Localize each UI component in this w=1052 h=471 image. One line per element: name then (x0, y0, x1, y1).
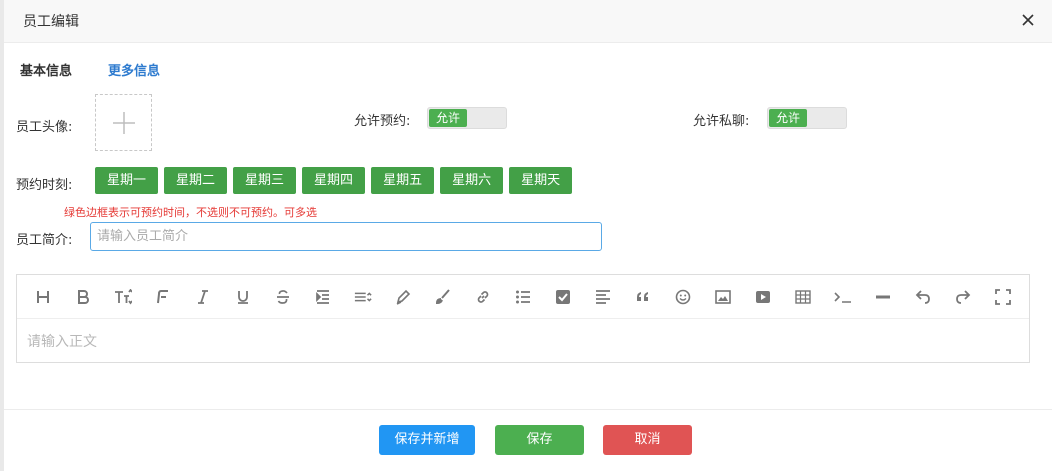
strikethrough-icon[interactable] (274, 288, 292, 306)
day-button-monday[interactable]: 星期一 (95, 167, 159, 194)
list-icon[interactable] (514, 288, 532, 306)
intro-input[interactable] (90, 222, 602, 251)
link-icon[interactable] (474, 288, 492, 306)
allow-booking-toggle[interactable]: 允许 (427, 107, 507, 129)
avatar-label: 员工头像: (16, 120, 73, 135)
rich-text-editor: 请输入正文 (16, 274, 1030, 363)
undo-icon[interactable] (914, 288, 932, 306)
plus-icon (113, 112, 135, 134)
cancel-button[interactable]: 取消 (603, 425, 692, 455)
day-button-friday[interactable]: 星期五 (371, 167, 435, 194)
line-height-icon[interactable] (354, 288, 372, 306)
dialog-title: 员工编辑 (23, 14, 79, 30)
save-button[interactable]: 保存 (495, 425, 584, 455)
avatar-upload[interactable] (95, 94, 152, 151)
align-icon[interactable] (594, 288, 612, 306)
fullscreen-icon[interactable] (994, 288, 1012, 306)
font-family-icon[interactable] (154, 288, 172, 306)
pen-icon[interactable] (394, 288, 412, 306)
allow-chat-label: 允许私聊: (693, 114, 750, 129)
heading-icon[interactable] (34, 288, 52, 306)
editor-toolbar (17, 275, 1029, 319)
intro-label: 员工简介: (16, 233, 73, 248)
tab-more-info[interactable]: 更多信息 (108, 60, 160, 79)
close-icon[interactable] (1020, 12, 1036, 28)
bold-icon[interactable] (74, 288, 92, 306)
dialog-header: 员工编辑 (4, 0, 1052, 43)
video-icon[interactable] (754, 288, 772, 306)
allow-chat-toggle-label: 允许 (769, 109, 807, 127)
footer-divider (4, 409, 1052, 410)
font-size-icon[interactable] (114, 288, 132, 306)
booking-hint: 绿色边框表示可预约时间，不选则不可预约。可多选 (64, 206, 317, 219)
underline-icon[interactable] (234, 288, 252, 306)
allow-booking-toggle-label: 允许 (429, 109, 467, 127)
tab-basic-info[interactable]: 基本信息 (20, 60, 72, 79)
quote-icon[interactable] (634, 288, 652, 306)
brush-icon[interactable] (434, 288, 452, 306)
divider-icon[interactable] (874, 288, 892, 306)
image-icon[interactable] (714, 288, 732, 306)
allow-booking-label: 允许预约: (354, 114, 411, 129)
redo-icon[interactable] (954, 288, 972, 306)
code-icon[interactable] (834, 288, 852, 306)
checkbox-icon[interactable] (554, 288, 572, 306)
day-button-sunday[interactable]: 星期天 (509, 167, 573, 194)
allow-chat-toggle[interactable]: 允许 (767, 107, 847, 129)
day-button-saturday[interactable]: 星期六 (440, 167, 504, 194)
table-icon[interactable] (794, 288, 812, 306)
indent-icon[interactable] (314, 288, 332, 306)
day-button-thursday[interactable]: 星期四 (302, 167, 366, 194)
employee-edit-dialog: 员工编辑 基本信息 更多信息 员工头像: 允许预约: 允许 允许私聊: 允许 预… (4, 0, 1052, 471)
day-button-tuesday[interactable]: 星期二 (164, 167, 228, 194)
booking-time-label: 预约时刻: (16, 178, 73, 193)
editor-placeholder[interactable]: 请输入正文 (27, 331, 97, 351)
day-button-wednesday[interactable]: 星期三 (233, 167, 297, 194)
emoji-icon[interactable] (674, 288, 692, 306)
weekday-selector: 星期一 星期二 星期三 星期四 星期五 星期六 星期天 (95, 167, 573, 194)
save-and-new-button[interactable]: 保存并新增 (379, 425, 475, 455)
italic-icon[interactable] (194, 288, 212, 306)
